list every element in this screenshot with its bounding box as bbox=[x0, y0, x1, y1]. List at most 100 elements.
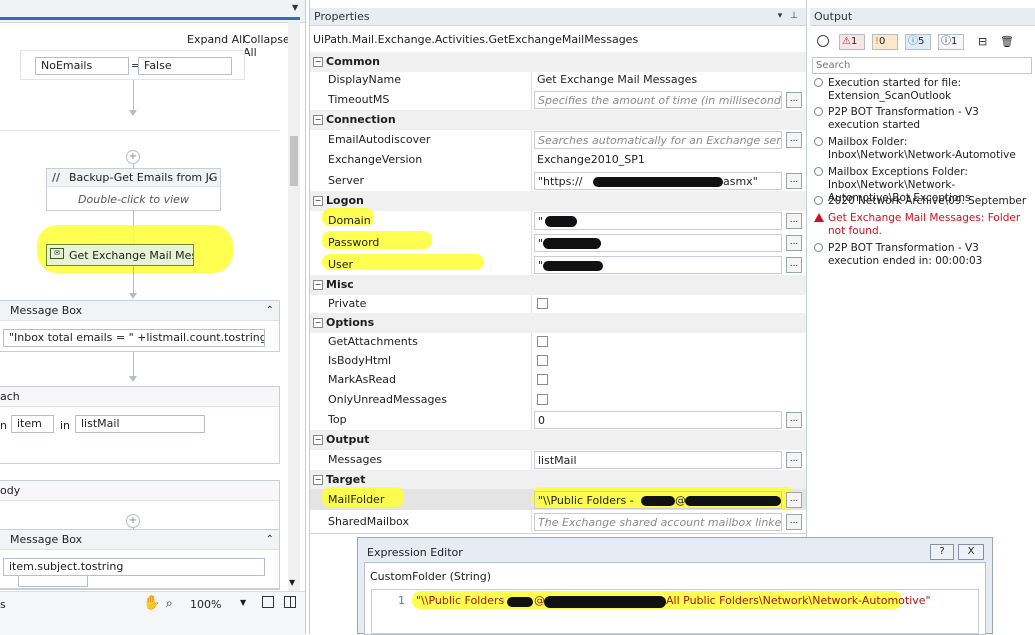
prop-row-getattachments[interactable]: GetAttachments bbox=[310, 332, 806, 352]
prop-value-timeoutms[interactable]: Specifies the amount of time (in millise… bbox=[534, 91, 782, 109]
prop-value-password[interactable]: " bbox=[534, 234, 782, 252]
help-button[interactable]: ? bbox=[930, 544, 954, 560]
prop-value-exchangeversion[interactable]: Exchange2010_SP1 bbox=[534, 151, 782, 169]
category-output[interactable]: − Output bbox=[310, 430, 806, 450]
scroll-thumb[interactable] bbox=[290, 136, 298, 186]
prop-value-sharedmailbox[interactable]: The Exchange shared account mailbox link… bbox=[534, 513, 782, 531]
prop-row-mailfolder[interactable]: MailFolder "\\Public Folders - @ ... bbox=[310, 490, 806, 510]
zoom-dropdown-icon[interactable]: ▼ bbox=[240, 598, 246, 607]
ellipsis-button[interactable]: ... bbox=[786, 235, 802, 251]
message-box-activity[interactable]: Message Box ⌃ "Inbox total emails = " +l… bbox=[0, 300, 280, 352]
prop-row-messages[interactable]: Messages listMail ... bbox=[310, 450, 806, 470]
prop-row-server[interactable]: Server "https:// asmx" ... bbox=[310, 171, 806, 191]
info-filter-button[interactable]: ⓘ5 bbox=[905, 34, 931, 50]
add-activity-plus-icon[interactable]: + bbox=[126, 514, 140, 528]
onlyunread-checkbox[interactable] bbox=[537, 394, 548, 405]
prop-row-isbodyhtml[interactable]: IsBodyHtml bbox=[310, 351, 806, 371]
log-entry[interactable]: P2P BOT Transformation - V3 execution st… bbox=[814, 106, 1032, 132]
pane-menu-icon[interactable]: ▾ bbox=[774, 10, 786, 22]
prop-row-private[interactable]: Private bbox=[310, 294, 806, 314]
log-entry[interactable]: P2P BOT Transformation - V3 execution en… bbox=[814, 242, 1032, 268]
prop-value-displayname[interactable]: Get Exchange Mail Messages bbox=[534, 71, 782, 89]
scroll-down-icon[interactable]: ▼ bbox=[289, 578, 295, 587]
add-activity-plus-icon[interactable]: + bbox=[126, 150, 140, 164]
dropdown-arrow-icon[interactable]: ▼ bbox=[292, 3, 298, 12]
prop-row-emailautodiscover[interactable]: EmailAutodiscover Searches automatically… bbox=[310, 130, 806, 150]
ellipsis-button[interactable]: ... bbox=[786, 492, 802, 508]
ellipsis-button[interactable]: ... bbox=[786, 173, 802, 189]
prop-row-user[interactable]: User " ... bbox=[310, 255, 806, 275]
prop-value-top[interactable]: 0 bbox=[534, 411, 782, 429]
ellipsis-button[interactable]: ... bbox=[786, 213, 802, 229]
category-options[interactable]: − Options bbox=[310, 313, 806, 333]
prop-row-sharedmailbox[interactable]: SharedMailbox The Exchange shared accoun… bbox=[310, 512, 806, 532]
get-exchange-mail-activity[interactable]: ✉ Get Exchange Mail Message bbox=[46, 244, 194, 266]
markasread-checkbox[interactable] bbox=[537, 374, 548, 385]
isbodyhtml-checkbox[interactable] bbox=[537, 355, 548, 366]
message-box-extra-field[interactable] bbox=[18, 575, 88, 587]
foreach-activity[interactable]: ach n item in listMail bbox=[0, 386, 280, 464]
overview-icon[interactable] bbox=[284, 596, 296, 608]
code-editor[interactable]: 1 "\\Public Folders - @ All Public Folde… bbox=[371, 589, 979, 634]
ellipsis-button[interactable]: ... bbox=[786, 257, 802, 273]
collapse-up-icon[interactable]: ⌃ bbox=[266, 530, 274, 550]
clock-icon[interactable] bbox=[817, 35, 829, 47]
log-entry[interactable]: 2020 Network Archive\09. September bbox=[814, 195, 1032, 208]
prop-row-timeoutms[interactable]: TimeoutMS Specifies the amount of time (… bbox=[310, 90, 806, 110]
ellipsis-button[interactable]: ... bbox=[786, 412, 802, 428]
prop-value-server[interactable]: "https:// asmx" bbox=[534, 172, 782, 190]
assign-right-field[interactable]: False bbox=[138, 57, 232, 75]
zoom-level[interactable]: 100% bbox=[190, 598, 221, 611]
domain-value: " bbox=[538, 215, 544, 228]
server-value-start: "https:// bbox=[538, 175, 583, 188]
prop-row-top[interactable]: Top 0 ... bbox=[310, 410, 806, 430]
pin-icon[interactable]: ⊥ bbox=[788, 10, 800, 22]
ellipsis-button[interactable]: ... bbox=[786, 514, 802, 530]
category-connection[interactable]: − Connection bbox=[310, 110, 806, 130]
close-button[interactable]: X bbox=[958, 544, 984, 560]
zoom-search-icon[interactable]: ⌕ bbox=[166, 596, 173, 611]
expand-all-link[interactable]: Expand All bbox=[187, 33, 245, 46]
message-box-text-field[interactable]: "Inbox total emails = " +listmail.count.… bbox=[3, 329, 265, 347]
prop-value-messages[interactable]: listMail bbox=[534, 451, 782, 469]
warnings-filter-button[interactable]: !0 bbox=[872, 34, 898, 50]
ellipsis-button[interactable]: ... bbox=[786, 452, 802, 468]
pan-hand-icon[interactable]: ✋ bbox=[143, 595, 160, 611]
prop-row-domain[interactable]: Domain " ... bbox=[310, 211, 806, 231]
message-box-activity[interactable]: Message Box ⌃ item.subject.tostring bbox=[0, 529, 280, 589]
fit-screen-icon[interactable] bbox=[262, 596, 274, 608]
log-entry[interactable]: Mailbox Folder: Inbox\Network\Network-Au… bbox=[814, 136, 1032, 162]
log-entry[interactable]: Execution started for file: Extension_Sc… bbox=[814, 77, 1032, 103]
designer-vscrollbar[interactable]: ▼ bbox=[288, 22, 300, 592]
getattachments-checkbox[interactable] bbox=[537, 336, 548, 347]
category-misc[interactable]: − Misc bbox=[310, 275, 806, 295]
private-checkbox[interactable] bbox=[537, 298, 548, 309]
prop-value-mailfolder[interactable]: "\\Public Folders - @ bbox=[534, 491, 782, 509]
prop-value-emailautodiscover[interactable]: Searches automatically for an Exchange s… bbox=[534, 131, 782, 149]
log-entry-error[interactable]: Get Exchange Mail Messages: Folder not f… bbox=[814, 212, 1032, 238]
collapse-up-icon[interactable]: ⌃ bbox=[266, 301, 274, 321]
assign-left-field[interactable]: NoEmails bbox=[35, 57, 129, 75]
prop-value-user[interactable]: " bbox=[534, 256, 782, 274]
foreach-list-field[interactable]: listMail bbox=[75, 415, 205, 433]
message-box-text-field[interactable]: item.subject.tostring bbox=[3, 558, 265, 576]
backup-activity[interactable]: // Backup-Get Emails from JG ⌄ Double-cl… bbox=[46, 168, 221, 211]
prop-value-domain[interactable]: " bbox=[534, 212, 782, 230]
delete-icon[interactable]: 🗑 bbox=[1000, 35, 1014, 48]
trace-filter-button[interactable]: ⓘ1 bbox=[938, 34, 964, 50]
prop-row-onlyunread[interactable]: OnlyUnreadMessages bbox=[310, 390, 806, 410]
category-logon[interactable]: − Logon bbox=[310, 191, 806, 211]
prop-row-markasread[interactable]: MarkAsRead bbox=[310, 370, 806, 390]
prop-row-password[interactable]: Password " ... bbox=[310, 233, 806, 253]
prop-row-exchangeversion[interactable]: ExchangeVersion Exchange2010_SP1 bbox=[310, 150, 806, 170]
ellipsis-button[interactable]: ... bbox=[786, 132, 802, 148]
clear-icon[interactable]: ⊟ bbox=[978, 35, 987, 48]
category-common[interactable]: − Common bbox=[310, 52, 806, 72]
prop-row-displayname[interactable]: DisplayName Get Exchange Mail Messages bbox=[310, 70, 806, 90]
ellipsis-button[interactable]: ... bbox=[786, 92, 802, 108]
foreach-item-field[interactable]: item bbox=[11, 415, 54, 433]
assign-activity[interactable]: NoEmails = False bbox=[20, 50, 245, 80]
output-search-input[interactable] bbox=[812, 57, 1032, 74]
errors-filter-button[interactable]: ⚠1 bbox=[839, 34, 865, 50]
collapse-chevron-icon[interactable]: ⌄ bbox=[207, 169, 215, 187]
